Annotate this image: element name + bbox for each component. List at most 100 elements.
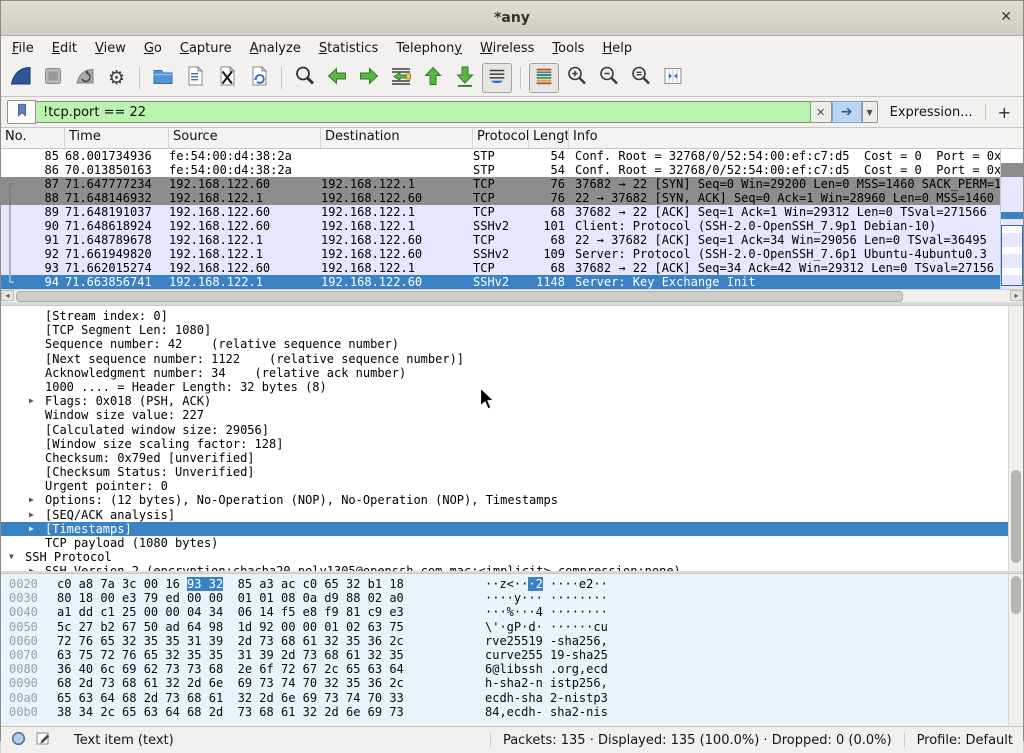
detail-line[interactable]: Urgent pointer: 0 bbox=[1, 479, 1023, 493]
display-filter-input[interactable] bbox=[36, 101, 810, 123]
expression-button[interactable]: Expression... bbox=[890, 105, 973, 120]
details-scrollbar-thumb[interactable] bbox=[1011, 470, 1021, 563]
packet-row-85[interactable]: 8568.001734936fe:54:00:d4:38:2aSTP54Conf… bbox=[1, 149, 1000, 163]
bytes-scrollbar-thumb[interactable] bbox=[1011, 576, 1021, 614]
menu-telephony[interactable]: Telephony bbox=[387, 39, 471, 58]
filter-dropdown-button[interactable]: ▼ bbox=[862, 101, 878, 123]
auto-scroll-button[interactable] bbox=[482, 63, 512, 93]
zoom-reset-button[interactable] bbox=[626, 64, 655, 93]
column-header-info[interactable]: Info bbox=[569, 128, 1023, 148]
column-header-source[interactable]: Source bbox=[169, 128, 321, 148]
detail-line[interactable]: TCP payload (1080 bytes) bbox=[1, 536, 1023, 550]
hex-row-0060[interactable]: 006072 76 65 32 35 35 31 39 2d 73 68 61 … bbox=[1, 634, 1023, 648]
go-first-packet-button[interactable] bbox=[418, 64, 447, 93]
expander-down-icon[interactable]: ▼ bbox=[9, 550, 25, 564]
hex-row-0070[interactable]: 007063 75 72 76 65 32 35 35 31 39 2d 73 … bbox=[1, 648, 1023, 662]
hex-row-00a0[interactable]: 00a065 63 64 68 2d 73 68 61 32 2d 6e 69 … bbox=[1, 691, 1023, 705]
detail-line[interactable]: [TCP Segment Len: 1080] bbox=[1, 323, 1023, 337]
detail-line[interactable]: Checksum: 0x79ed [unverified] bbox=[1, 451, 1023, 465]
packet-row-92[interactable]: │9271.661949820192.168.122.1192.168.122.… bbox=[1, 247, 1000, 261]
close-file-button[interactable] bbox=[212, 64, 241, 93]
menu-edit[interactable]: Edit bbox=[43, 39, 86, 58]
expander-right-icon[interactable]: ▶ bbox=[29, 508, 45, 522]
column-header-length[interactable]: Length bbox=[529, 128, 569, 148]
open-file-button[interactable] bbox=[148, 64, 177, 93]
detail-line[interactable]: ▶SSH Version 2 (encryption:chacha20-poly… bbox=[1, 564, 1023, 571]
menu-wireless[interactable]: Wireless bbox=[471, 39, 543, 58]
restart-capture-button[interactable] bbox=[70, 64, 99, 93]
expander-right-icon[interactable]: ▶ bbox=[29, 522, 45, 536]
zoom-out-button[interactable] bbox=[594, 64, 623, 93]
filter-bookmark-button[interactable] bbox=[7, 100, 36, 124]
detail-line[interactable]: Window size value: 227 bbox=[1, 408, 1023, 422]
hscroll-thumb[interactable] bbox=[16, 291, 903, 302]
save-file-button[interactable] bbox=[180, 64, 209, 93]
menu-analyze[interactable]: Analyze bbox=[241, 39, 310, 58]
detail-line[interactable]: ▶Options: (12 bytes), No-Operation (NOP)… bbox=[1, 493, 1023, 507]
filter-add-button[interactable]: + bbox=[998, 103, 1011, 122]
detail-line[interactable]: 1000 .... = Header Length: 32 bytes (8) bbox=[1, 380, 1023, 394]
stop-capture-button[interactable] bbox=[38, 64, 67, 93]
reload-file-button[interactable] bbox=[244, 64, 273, 93]
detail-line[interactable]: ▶Flags: 0x018 (PSH, ACK) bbox=[1, 394, 1023, 408]
packet-row-91[interactable]: │9171.648789678192.168.122.1192.168.122.… bbox=[1, 233, 1000, 247]
column-header-destination[interactable]: Destination bbox=[321, 128, 473, 148]
details-scrollbar[interactable] bbox=[1008, 306, 1023, 571]
menu-capture[interactable]: Capture bbox=[171, 39, 241, 58]
packet-row-89[interactable]: │8971.648191037192.168.122.60192.168.122… bbox=[1, 205, 1000, 219]
menu-file[interactable]: File bbox=[3, 39, 43, 58]
packet-row-86[interactable]: 8670.013850163fe:54:00:d4:38:2aSTP54Conf… bbox=[1, 163, 1000, 177]
go-back-button[interactable] bbox=[322, 64, 351, 93]
find-packet-button[interactable] bbox=[290, 64, 319, 93]
packet-row-87[interactable]: ┌8771.647777234192.168.122.60192.168.122… bbox=[1, 177, 1000, 191]
hex-row-0050[interactable]: 00505c 27 b2 67 50 ad 64 98 1d 92 00 00 … bbox=[1, 620, 1023, 634]
packet-row-93[interactable]: │9371.662015274192.168.122.60192.168.122… bbox=[1, 261, 1000, 275]
hex-row-0090[interactable]: 009068 2d 73 68 61 32 2d 6e 69 73 74 70 … bbox=[1, 676, 1023, 690]
detail-line[interactable]: [Stream index: 0] bbox=[1, 309, 1023, 323]
menu-tools[interactable]: Tools bbox=[543, 39, 593, 58]
hex-row-00b0[interactable]: 00b038 34 2c 65 63 64 68 2d 73 68 61 32 … bbox=[1, 705, 1023, 719]
resize-columns-button[interactable] bbox=[658, 64, 687, 93]
detail-line[interactable]: ▶[Timestamps] bbox=[1, 522, 1023, 536]
packet-row-90[interactable]: │9071.648618924192.168.122.60192.168.122… bbox=[1, 219, 1000, 233]
zoom-in-button[interactable] bbox=[562, 64, 591, 93]
column-header-time[interactable]: Time bbox=[65, 128, 169, 148]
close-icon[interactable]: ✕ bbox=[1000, 9, 1012, 25]
detail-line[interactable]: [Next sequence number: 1122 (relative se… bbox=[1, 352, 1023, 366]
detail-line[interactable]: Sequence number: 42 (relative sequence n… bbox=[1, 337, 1023, 351]
detail-line[interactable]: [Calculated window size: 29056] bbox=[1, 423, 1023, 437]
expander-right-icon[interactable]: ▶ bbox=[29, 493, 45, 507]
go-forward-button[interactable] bbox=[354, 64, 383, 93]
filter-clear-button[interactable]: ✕ bbox=[810, 101, 832, 123]
start-capture-button[interactable] bbox=[6, 64, 35, 93]
expander-right-icon[interactable]: ▶ bbox=[29, 564, 45, 571]
packet-row-88[interactable]: │8871.648146932192.168.122.1192.168.122.… bbox=[1, 191, 1000, 205]
capture-comment-icon[interactable] bbox=[35, 730, 51, 750]
hex-row-0040[interactable]: 0040a1 dd c1 25 00 00 04 34 06 14 f5 e8 … bbox=[1, 605, 1023, 619]
column-header-protocol[interactable]: Protocol bbox=[473, 128, 529, 148]
title-bar[interactable]: *any ✕ bbox=[1, 1, 1023, 36]
detail-line[interactable]: [Window size scaling factor: 128] bbox=[1, 437, 1023, 451]
colorize-button[interactable] bbox=[529, 63, 559, 93]
hex-row-0080[interactable]: 008036 40 6c 69 62 73 73 68 2e 6f 72 67 … bbox=[1, 662, 1023, 676]
menu-view[interactable]: View bbox=[86, 39, 135, 58]
detail-line[interactable]: ▶[SEQ/ACK analysis] bbox=[1, 508, 1023, 522]
packet-list-scrollbar[interactable] bbox=[1000, 149, 1023, 289]
packet-list-hscrollbar[interactable]: ◂ ▸ bbox=[1, 289, 1023, 302]
go-last-packet-button[interactable] bbox=[450, 64, 479, 93]
menu-statistics[interactable]: Statistics bbox=[310, 39, 387, 58]
menu-go[interactable]: Go bbox=[135, 39, 171, 58]
menu-help[interactable]: Help bbox=[593, 39, 641, 58]
bytes-scrollbar[interactable] bbox=[1008, 574, 1023, 726]
detail-line[interactable]: [Checksum Status: Unverified] bbox=[1, 465, 1023, 479]
expert-info-icon[interactable] bbox=[11, 731, 26, 750]
go-to-packet-button[interactable] bbox=[386, 64, 415, 93]
hscroll-right-arrow-icon[interactable]: ▸ bbox=[1010, 290, 1023, 301]
expander-right-icon[interactable]: ▶ bbox=[29, 394, 45, 408]
profile-label[interactable]: Profile: Default bbox=[917, 733, 1013, 748]
packet-row-94[interactable]: └9471.663856741192.168.122.1192.168.122.… bbox=[1, 275, 1000, 289]
filter-apply-button[interactable]: ➔ bbox=[832, 101, 862, 123]
detail-line[interactable]: ▼SSH Protocol bbox=[1, 550, 1023, 564]
column-header-no[interactable]: No. bbox=[1, 128, 65, 148]
detail-line[interactable]: Acknowledgment number: 34 (relative ack … bbox=[1, 366, 1023, 380]
